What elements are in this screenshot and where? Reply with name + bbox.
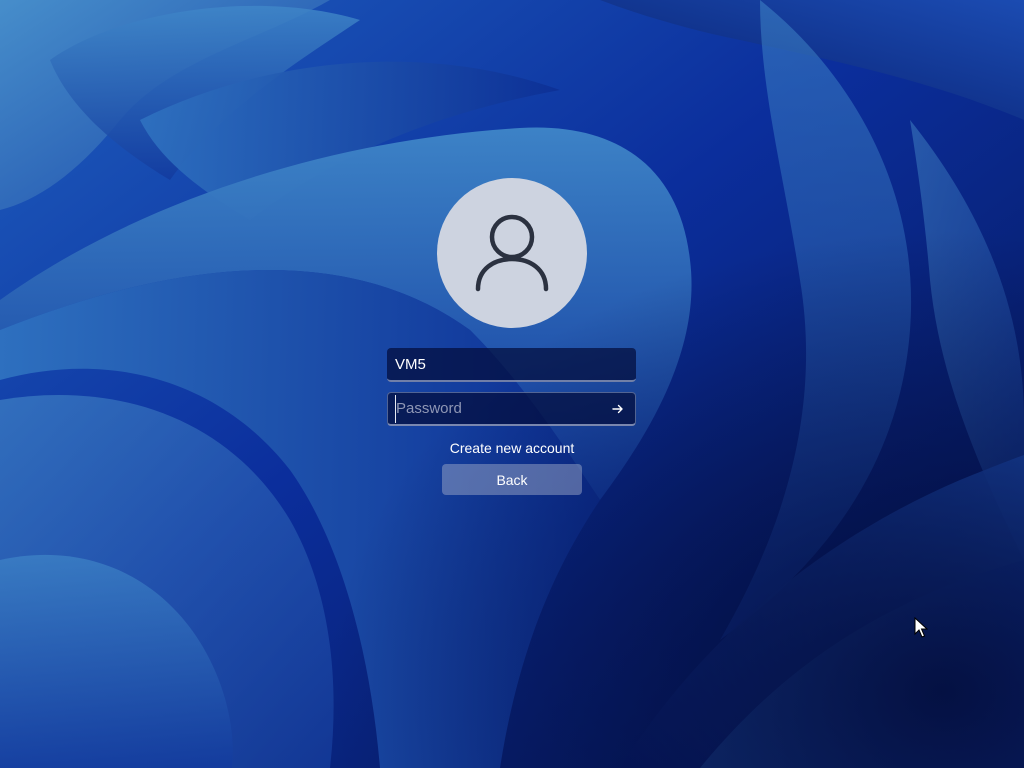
- back-button-label: Back: [496, 471, 528, 488]
- username-field: VM5: [387, 348, 636, 382]
- arrow-right-icon: [612, 404, 623, 413]
- submit-arrow-button[interactable]: [604, 395, 632, 423]
- mouse-pointer-icon: [914, 617, 928, 638]
- username-text: VM5: [395, 355, 426, 373]
- password-input[interactable]: [395, 394, 604, 423]
- login-panel: VM5 Create new account Back: [0, 0, 1024, 768]
- back-button[interactable]: Back: [442, 464, 582, 495]
- user-avatar: [437, 178, 587, 328]
- user-icon: [475, 214, 549, 292]
- create-account-link[interactable]: Create new account: [387, 440, 637, 456]
- password-field[interactable]: [387, 392, 636, 426]
